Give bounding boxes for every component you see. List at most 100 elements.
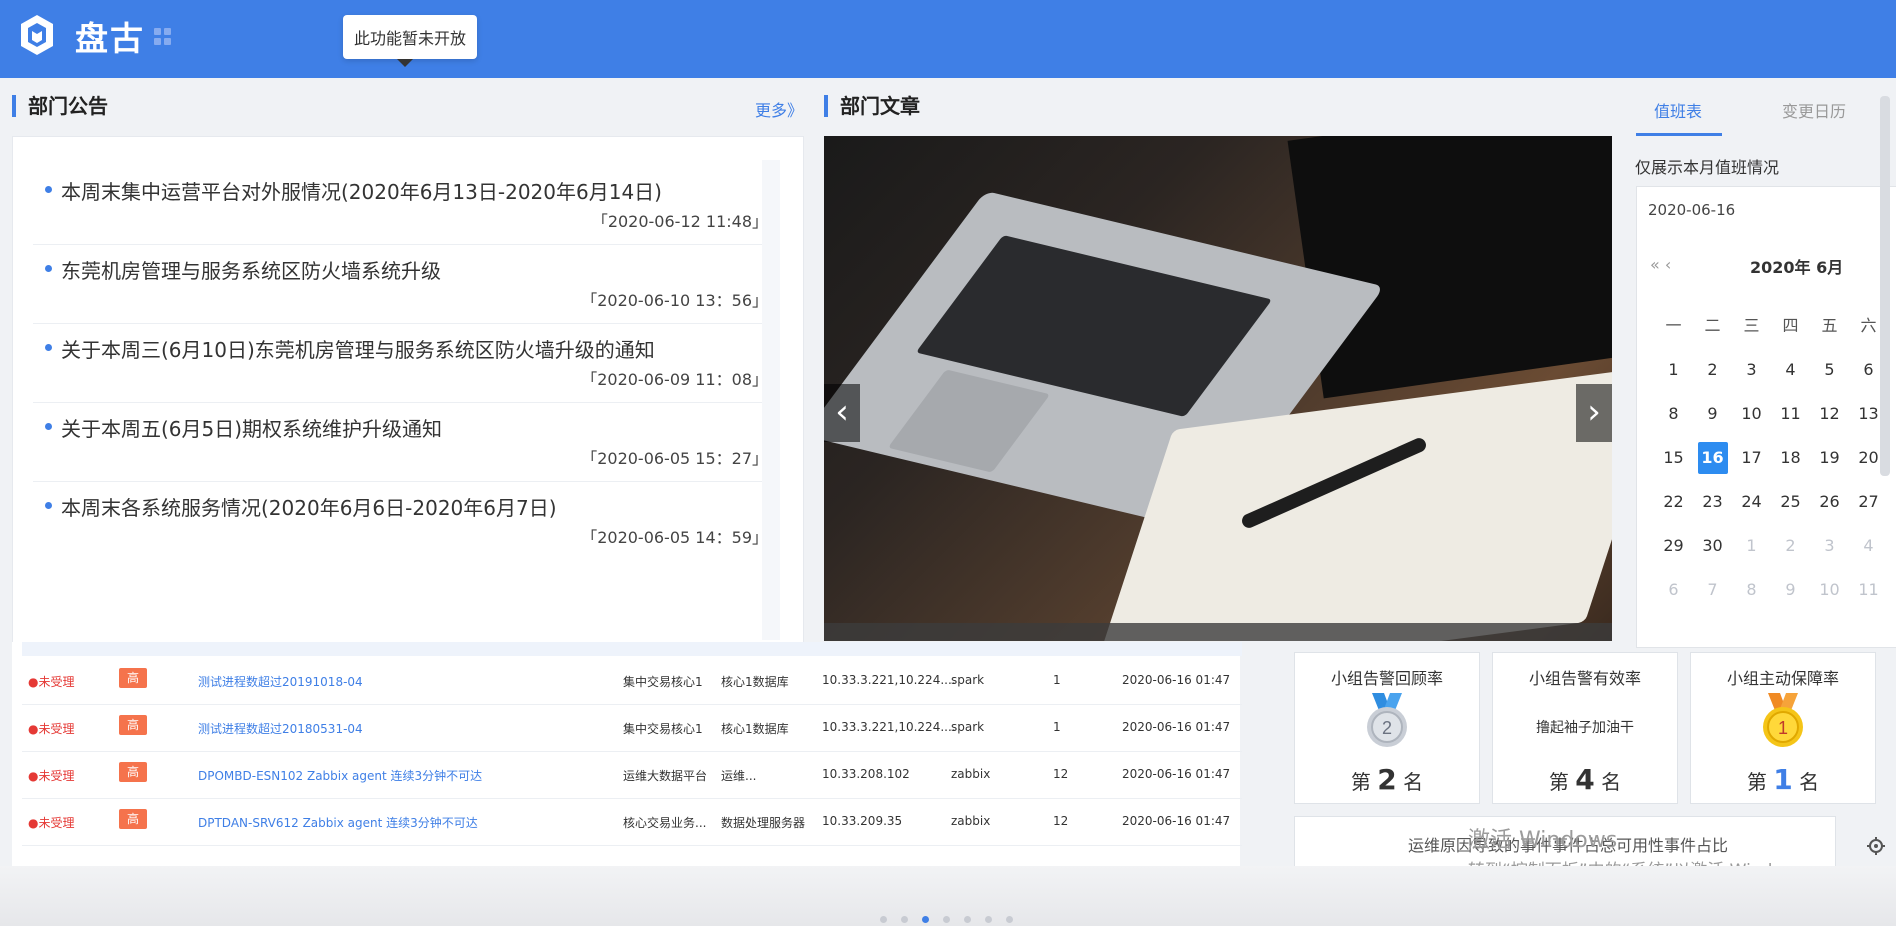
alarm-object: 核心1数据库 [721,675,789,689]
calendar-day-next-month[interactable]: 9 [1771,574,1810,618]
alarm-title-link[interactable]: 测试进程数超过20191018-04 [198,673,363,690]
calendar-day-next-month[interactable]: 3 [1810,530,1849,574]
notice-title[interactable]: 关于本周五(6月5日)期权系统维护升级通知 [61,413,442,442]
alarm-title-link[interactable]: 测试进程数超过20180531-04 [198,720,363,737]
table-row[interactable]: ●未受理 高 测试进程数超过20191018-04 集中交易核心1 核心1数据库… [22,657,1242,705]
calendar-day[interactable]: 11 [1771,398,1810,442]
gear-icon[interactable] [1866,836,1886,856]
bullet-icon [45,423,52,430]
page-scrollbar[interactable] [1880,96,1890,476]
page-dot-active[interactable] [922,916,929,923]
silver-medal-icon: 2 [1367,693,1407,747]
notice-item[interactable]: 关于本周三(6月10日)东莞机房管理与服务系统区防火墙升级的通知 「2020-0… [33,324,768,403]
alarm-time: 2020-06-16 01:47 [1122,720,1231,734]
notice-more-link[interactable]: 更多》 [755,97,803,121]
calendar-day[interactable]: 10 [1732,398,1771,442]
calendar-day[interactable]: 5 [1810,354,1849,398]
alarm-time: 2020-06-16 01:47 [1122,767,1231,781]
page-dot[interactable] [1006,916,1013,923]
calendar-day[interactable]: 26 [1810,486,1849,530]
calendar-day-today[interactable]: 16 [1693,442,1732,486]
calendar-day[interactable]: 15 [1654,442,1693,486]
calendar-day[interactable]: 22 [1654,486,1693,530]
calendar-day[interactable]: 27 [1849,486,1888,530]
alarm-system: 集中交易核心1 [623,675,703,689]
notice-item[interactable]: 东莞机房管理与服务系统区防火墙系统升级 「2020-06-10 13：56」 [33,245,768,324]
calendar-prev-nav[interactable]: « ‹ [1650,255,1671,274]
calendar-day[interactable]: 23 [1693,486,1732,530]
notice-title[interactable]: 关于本周三(6月10日)东莞机房管理与服务系统区防火墙升级的通知 [61,334,655,363]
notice-title[interactable]: 本周末各系统服务情况(2020年6月6日-2020年6月7日) [61,492,557,521]
calendar-day[interactable]: 29 [1654,530,1693,574]
calendar-day[interactable]: 3 [1732,354,1771,398]
alarm-source: spark [951,673,985,687]
calendar-day[interactable]: 18 [1771,442,1810,486]
calendar-day-next-month[interactable]: 11 [1849,574,1888,618]
page-dot[interactable] [943,916,950,923]
article-section-title: 部门文章 [824,95,920,117]
calendar-day[interactable]: 12 [1810,398,1849,442]
alarm-object: 核心1数据库 [721,722,789,736]
calendar-day-next-month[interactable]: 8 [1732,574,1771,618]
rank-prefix: 第 [1746,770,1767,794]
pangu-logo-icon[interactable] [18,13,56,57]
table-row[interactable]: ●未受理 高 测试进程数超过20180531-04 集中交易核心1 核心1数据库… [22,704,1242,752]
page-dot[interactable] [985,916,992,923]
tab-duty-roster[interactable]: 值班表 [1654,98,1702,122]
calendar-day-next-month[interactable]: 10 [1810,574,1849,618]
calendar-day-next-month[interactable]: 1 [1732,530,1771,574]
brand-name[interactable]: 盘古 [75,12,145,60]
calendar-date-input[interactable]: 2020-06-16 [1648,201,1735,219]
calendar-day-next-month[interactable]: 7 [1693,574,1732,618]
calendar-day-next-month[interactable]: 4 [1849,530,1888,574]
notice-date: 「2020-06-12 11:48」 [591,212,768,231]
alarm-object: 数据处理服务器 [721,816,806,830]
calendar-day[interactable]: 4 [1771,354,1810,398]
page-dot[interactable] [901,916,908,923]
alarm-title-link[interactable]: DPOMBD-ESN102 Zabbix agent 连续3分钟不可达 [198,767,482,784]
calendar-day[interactable]: 19 [1810,442,1849,486]
calendar-day[interactable]: 24 [1732,486,1771,530]
page-dot[interactable] [964,916,971,923]
calendar-day[interactable]: 9 [1693,398,1732,442]
weekday-label: 三 [1743,316,1760,335]
notice-title[interactable]: 东莞机房管理与服务系统区防火墙系统升级 [61,255,441,284]
alarm-title-link[interactable]: DPTDAN-SRV612 Zabbix agent 连续3分钟不可达 [198,814,478,831]
stat-title: 小组告警回顾率 [1330,669,1443,688]
alarm-system: 运维大数据平台 [623,769,708,783]
tab-change-calendar[interactable]: 变更日历 [1782,98,1846,122]
carousel-prev-button[interactable]: ‹ [824,384,860,442]
notice-item[interactable]: 本周末各系统服务情况(2020年6月6日-2020年6月7日) 「2020-06… [33,482,768,560]
notice-date: 「2020-06-05 14：59」 [581,528,768,547]
calendar-day[interactable]: 25 [1771,486,1810,530]
notice-item[interactable]: 本周末集中运营平台对外服情况(2020年6月13日-2020年6月14日) 「2… [33,166,768,245]
notice-panel: 本周末集中运营平台对外服情况(2020年6月13日-2020年6月14日) 「2… [12,136,804,643]
stat-title: 小组主动保障率 [1726,669,1839,688]
notice-scrollbar[interactable] [762,160,780,640]
article-carousel[interactable]: ‹ › [824,136,1612,641]
page-dot[interactable] [880,916,887,923]
alarm-ip: 10.33.3.221,10.224.... [822,720,956,734]
alarm-system: 集中交易核心1 [623,722,703,736]
table-row[interactable]: ●未受理 高 DPTDAN-SRV612 Zabbix agent 连续3分钟不… [22,798,1242,846]
notice-date: 「2020-06-05 15：27」 [581,449,768,468]
notice-title[interactable]: 本周末集中运营平台对外服情况(2020年6月13日-2020年6月14日) [61,176,662,205]
calendar-day[interactable]: 17 [1732,442,1771,486]
carousel-next-button[interactable]: › [1576,384,1612,442]
rank-suffix: 名 [1799,770,1820,794]
weekday-label: 一 [1665,316,1682,335]
bullet-icon [45,186,52,193]
weekday-label: 五 [1821,316,1838,335]
calendar-day[interactable]: 30 [1693,530,1732,574]
notice-item[interactable]: 关于本周五(6月5日)期权系统维护升级通知 「2020-06-05 15：27」 [33,403,768,482]
alarm-status: ●未受理 [28,675,75,689]
calendar-day[interactable]: 1 [1654,354,1693,398]
calendar-day[interactable]: 8 [1654,398,1693,442]
table-row[interactable]: ●未受理 高 DPOMBD-ESN102 Zabbix agent 连续3分钟不… [22,751,1242,799]
alarm-status: ●未受理 [28,769,75,783]
stat-slogan: 撸起袖子加油干 [1536,720,1634,736]
calendar-day-next-month[interactable]: 2 [1771,530,1810,574]
calendar-day[interactable]: 2 [1693,354,1732,398]
app-grid-icon[interactable] [154,28,172,46]
calendar-day-next-month[interactable]: 6 [1654,574,1693,618]
